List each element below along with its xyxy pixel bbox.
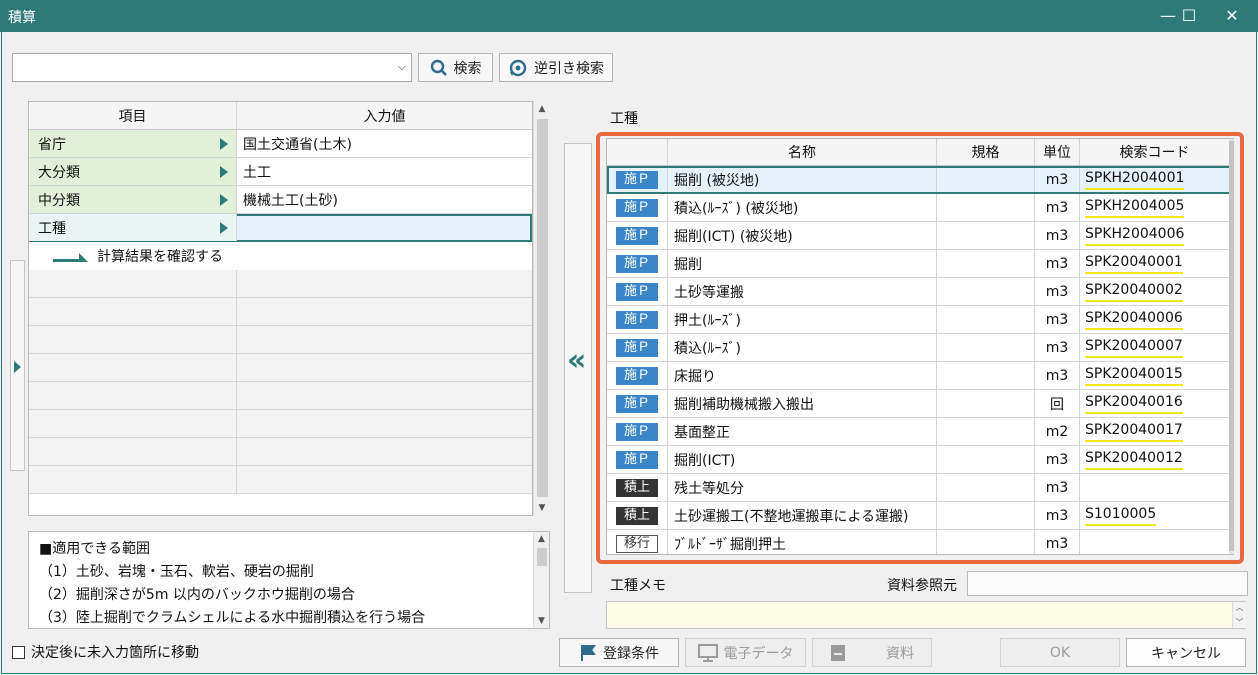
play-arrow-icon[interactable]	[220, 166, 228, 178]
flag-icon	[581, 644, 596, 661]
property-table: 項目 入力値 省庁 国土交通省(土木) 大分類 土工 中分類 機械土工(土砂) …	[28, 101, 533, 516]
arrow-right-icon	[53, 253, 88, 262]
left-side-panel[interactable]	[10, 260, 25, 471]
play-arrow-icon[interactable]	[220, 194, 228, 206]
material-button[interactable]: 資料	[812, 638, 932, 667]
move-to-empty-checkbox[interactable]: 決定後に未入力箇所に移動	[12, 642, 199, 662]
play-arrow-icon[interactable]	[220, 222, 228, 234]
electronic-data-label: 電子データ	[723, 645, 794, 662]
scroll-down-icon[interactable]: ﹀	[1233, 617, 1246, 628]
reverse-search-button[interactable]: 逆引き検索	[499, 53, 613, 82]
empty-row	[29, 410, 532, 438]
empty-row	[29, 354, 532, 382]
scroll-up-icon[interactable]: ︿	[1233, 602, 1246, 613]
table-row[interactable]: 大分類 土工	[29, 158, 532, 186]
calc-result-label: 計算結果を確認する	[97, 249, 223, 265]
description-scrollbar[interactable]: ▲ ▼	[533, 532, 549, 628]
checkbox-label: 決定後に未入力箇所に移動	[31, 645, 199, 661]
row-value[interactable]	[237, 214, 532, 241]
calc-result-row[interactable]: 計算結果を確認する	[29, 242, 532, 270]
cancel-button[interactable]: キャンセル	[1126, 638, 1246, 667]
calc-result-link[interactable]: 計算結果を確認する	[29, 242, 223, 270]
collapse-panel[interactable]: «	[564, 143, 592, 593]
empty-row	[29, 382, 532, 410]
register-conditions-label: 登録条件	[603, 645, 659, 662]
memo-field[interactable]	[606, 601, 1246, 629]
row-label: 工種	[29, 214, 237, 241]
header-item: 項目	[29, 102, 237, 129]
double-chevron-left-icon[interactable]: «	[567, 346, 586, 376]
memo-scrollbar[interactable]: ︿ ﹀	[1232, 602, 1246, 628]
empty-row	[29, 438, 532, 466]
material-label: 資料	[886, 645, 914, 662]
table-row-selected[interactable]: 工種	[29, 214, 532, 242]
ok-button[interactable]: OK	[1000, 638, 1120, 667]
close-button[interactable]: ✕	[1212, 0, 1252, 32]
expand-right-icon[interactable]	[14, 361, 21, 373]
window-title: 積算	[8, 10, 36, 26]
description-line: （3）陸上掘削でクラムシェルによる水中掘削積込を行う場合	[39, 610, 426, 626]
checkbox-box[interactable]	[12, 645, 25, 659]
table-row[interactable]: 省庁 国土交通省(土木)	[29, 130, 532, 158]
play-arrow-icon[interactable]	[220, 138, 228, 150]
work-type-label: 工種	[610, 111, 638, 127]
header-value: 入力値	[363, 108, 406, 125]
highlight-frame	[596, 132, 1244, 564]
scrollbar-thumb[interactable]	[537, 119, 548, 497]
applicable-range-description: ■適用できる範囲 （1）土砂、岩塊・玉石、軟岩、硬岩の掘削 （2）掘削深さが5m…	[28, 531, 550, 629]
row-label-text: 中分類	[38, 192, 80, 209]
empty-row	[29, 270, 532, 298]
empty-row	[29, 326, 532, 354]
scroll-up-icon[interactable]: ▲	[534, 534, 549, 544]
property-table-header: 項目 入力値	[29, 102, 532, 130]
electronic-data-button[interactable]: 電子データ	[685, 638, 806, 667]
title-bar: 積算 — ☐ ✕	[0, 0, 1258, 32]
row-value[interactable]: 国土交通省(土木)	[237, 130, 532, 157]
scroll-up-icon[interactable]: ▲	[534, 104, 550, 114]
row-label-text: 省庁	[38, 136, 66, 153]
scrollbar-thumb[interactable]	[537, 548, 547, 566]
search-combobox[interactable]: ⌵	[12, 53, 412, 82]
register-conditions-button[interactable]: 登録条件	[559, 638, 679, 667]
description-line: （1）土砂、岩塊・玉石、軟岩、硬岩の掘削	[39, 564, 314, 580]
maximize-button[interactable]: ☐	[1168, 0, 1210, 32]
scroll-down-icon[interactable]: ▼	[534, 503, 550, 513]
row-value[interactable]: 機械土工(土砂)	[237, 186, 532, 213]
reverse-search-icon	[509, 59, 527, 76]
description-line: （2）掘削深さが5m 以内のバックホウ掘削の場合	[39, 587, 355, 603]
row-value[interactable]: 土工	[237, 158, 532, 185]
scroll-down-icon[interactable]: ▼	[534, 616, 549, 626]
chevron-down-icon[interactable]: ⌵	[398, 60, 406, 74]
property-table-scrollbar[interactable]: ▲ ▼	[533, 101, 550, 516]
row-label: 大分類	[29, 158, 237, 185]
search-icon	[430, 59, 447, 76]
row-label-text: 工種	[38, 220, 66, 237]
memo-label: 工種メモ	[610, 578, 666, 594]
reference-source-label: 資料参照元	[887, 578, 957, 594]
empty-row	[29, 466, 532, 494]
search-button[interactable]: 検索	[418, 53, 493, 82]
reference-source-field[interactable]	[967, 571, 1248, 596]
row-label: 中分類	[29, 186, 237, 213]
table-row[interactable]: 中分類 機械土工(土砂)	[29, 186, 532, 214]
row-label-text: 大分類	[38, 164, 80, 181]
empty-row	[29, 298, 532, 326]
document-icon	[831, 644, 845, 661]
description-line: ■適用できる範囲	[39, 541, 150, 557]
search-button-label: 検索	[453, 60, 482, 77]
row-label: 省庁	[29, 130, 237, 157]
reverse-search-label: 逆引き検索	[534, 60, 604, 77]
monitor-icon	[697, 643, 718, 662]
